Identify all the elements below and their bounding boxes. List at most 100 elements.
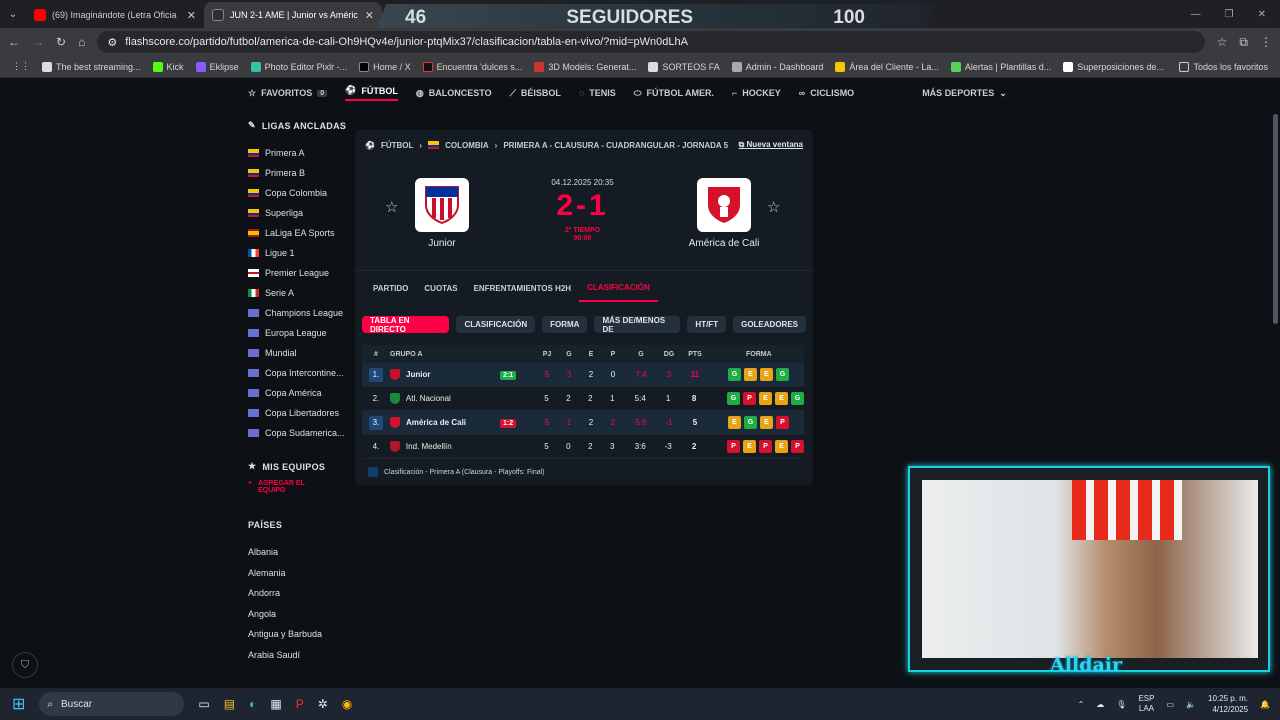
bookmark-item[interactable]: Eklipse — [190, 61, 245, 72]
close-icon[interactable]: ✕ — [365, 9, 374, 22]
url-field[interactable]: ⚙ flashscore.co/partido/futbol/america-d… — [97, 31, 1205, 53]
country-item[interactable]: Angola — [248, 604, 348, 625]
pinned-league-item[interactable]: Mundial — [248, 343, 348, 363]
bookmark-item[interactable]: The best streaming... — [36, 61, 147, 72]
form-badge[interactable]: G — [744, 416, 757, 429]
tab-h2h[interactable]: ENFRENTAMIENTOS H2H — [466, 276, 580, 302]
form-badge[interactable]: E — [760, 368, 773, 381]
bookmark-item[interactable]: SORTEOS FA — [642, 61, 725, 72]
volume-icon[interactable]: 🔈 — [1186, 700, 1196, 709]
bookmark-item[interactable]: Kick — [147, 61, 190, 72]
bookmark-item[interactable]: Admin - Dashboard — [726, 61, 830, 72]
form-badge[interactable]: P — [759, 440, 772, 453]
forward-icon[interactable]: → — [32, 35, 44, 49]
microphone-icon[interactable]: 🎙 — [1116, 700, 1126, 709]
all-bookmarks[interactable]: Todos los favoritos — [1173, 61, 1274, 72]
close-icon[interactable]: ✕ — [187, 9, 196, 22]
team-cell[interactable]: Ind. Medellín — [389, 441, 500, 452]
nav-tenis[interactable]: ◌ TENIS — [579, 88, 616, 98]
home-icon[interactable]: ⌂ — [78, 35, 85, 49]
minimize-icon[interactable]: — — [1191, 9, 1201, 20]
team-cell[interactable]: América de Cali — [390, 417, 500, 428]
form-badge[interactable]: E — [775, 392, 788, 405]
form-badge[interactable]: G — [776, 368, 789, 381]
restore-icon[interactable]: ❐ — [1225, 9, 1234, 20]
shield-icon[interactable]: ⛉ — [12, 652, 38, 678]
team-cell[interactable]: Junior — [390, 369, 500, 380]
pinned-league-item[interactable]: LaLiga EA Sports — [248, 223, 348, 243]
country-item[interactable]: Albania — [248, 542, 348, 563]
reload-icon[interactable]: ↻ — [56, 35, 66, 49]
form-badge[interactable]: G — [791, 392, 804, 405]
crumb-league[interactable]: PRIMERA A - CLAUSURA - CUADRANGULAR - JO… — [503, 141, 728, 150]
nav-favoritos[interactable]: ☆ FAVORITOS 0 — [248, 88, 328, 99]
bookmark-star-icon[interactable]: ☆ — [1217, 35, 1228, 49]
form-badge[interactable]: P — [791, 440, 804, 453]
filter-scorers[interactable]: GOLEADORES — [733, 316, 806, 333]
store-icon[interactable]: ▦ — [270, 697, 281, 711]
pinned-league-item[interactable]: Europa League — [248, 323, 348, 343]
away-team[interactable]: América de Cali — [684, 178, 764, 249]
form-badge[interactable]: G — [727, 392, 740, 405]
crumb-country[interactable]: COLOMBIA — [445, 141, 489, 150]
nav-hockey[interactable]: ⌐ HOCKEY — [732, 88, 781, 98]
table-row[interactable]: 1. Junior 2:1 5 3 2 0 7:4 3 11 GEEG — [362, 363, 804, 387]
task-view-icon[interactable]: ▭ — [198, 697, 209, 711]
form-badge[interactable]: P — [727, 440, 740, 453]
filter-htft[interactable]: HT/FT — [687, 316, 727, 333]
notifications-icon[interactable]: 🔔 — [1260, 700, 1270, 709]
nav-more-sports[interactable]: MÁS DEPORTES ⌄ — [922, 88, 1007, 99]
tab-clasificacion[interactable]: CLASIFICACIÓN — [579, 276, 658, 302]
filter-live-table[interactable]: TABLA EN DIRECTO — [362, 316, 450, 334]
form-badge[interactable]: E — [760, 416, 773, 429]
pinned-league-item[interactable]: Copa Sudamerica... — [248, 423, 348, 443]
pinned-league-item[interactable]: Ligue 1 — [248, 243, 348, 263]
home-team[interactable]: Junior — [402, 178, 482, 249]
pinned-league-item[interactable]: Champions League — [248, 303, 348, 323]
pinned-league-item[interactable]: Serie A — [248, 283, 348, 303]
form-badge[interactable]: E — [743, 440, 756, 453]
add-team-link[interactable]: + AGREGAR EL EQUIPO — [248, 480, 318, 494]
file-explorer-icon[interactable]: ▤ — [224, 697, 235, 711]
edge-icon[interactable]: ◐ — [249, 697, 256, 711]
cloud-icon[interactable]: ☁ — [1096, 700, 1104, 709]
pinned-league-item[interactable]: Copa Libertadores — [248, 403, 348, 423]
country-item[interactable]: Alemania — [248, 563, 348, 584]
menu-icon[interactable]: ⋮ — [1260, 35, 1272, 49]
pinned-league-item[interactable]: Copa Colombia — [248, 183, 348, 203]
tab-cuotas[interactable]: CUOTAS — [416, 276, 465, 302]
pinned-league-item[interactable]: Primera A — [248, 143, 348, 163]
page-scrollbar[interactable] — [1270, 108, 1280, 688]
form-badge[interactable]: E — [728, 416, 741, 429]
form-badge[interactable]: E — [759, 392, 772, 405]
bookmark-item[interactable]: Superposiciones de... — [1057, 61, 1170, 72]
form-badge[interactable]: P — [776, 416, 789, 429]
favorite-home-star-icon[interactable]: ☆ — [385, 198, 398, 216]
apps-icon[interactable]: ⋮⋮ — [6, 61, 36, 72]
window-close-icon[interactable]: ✕ — [1258, 9, 1266, 20]
pinned-league-item[interactable]: Copa Intercontine... — [248, 363, 348, 383]
form-badge[interactable]: E — [744, 368, 757, 381]
chevron-up-icon[interactable]: ⌃ — [1078, 700, 1085, 709]
app-p-icon[interactable]: P — [296, 697, 304, 711]
form-badge[interactable]: G — [728, 368, 741, 381]
browser-tab-music[interactable]: (69) Imaginándote (Letra Oficia ✕ — [26, 2, 204, 28]
nav-baloncesto[interactable]: ◍ BALONCESTO — [416, 88, 492, 99]
pinned-league-item[interactable]: Primera B — [248, 163, 348, 183]
favorite-away-star-icon[interactable]: ☆ — [767, 198, 780, 216]
bookmark-item[interactable]: Área del Cliente - La... — [829, 61, 945, 72]
country-item[interactable]: Arabia Saudí — [248, 645, 348, 666]
pinned-league-item[interactable]: Superliga — [248, 203, 348, 223]
filter-form[interactable]: FORMA — [542, 316, 588, 333]
chrome-icon[interactable]: ◉ — [342, 697, 352, 711]
filter-standings[interactable]: CLASIFICACIÓN — [456, 316, 536, 333]
back-icon[interactable]: ← — [8, 35, 20, 49]
tab-partido[interactable]: PARTIDO — [365, 276, 416, 302]
filter-over-under[interactable]: MÁS DE/MENOS DE — [594, 316, 681, 334]
table-row[interactable]: 3. América de Cali 1:2 5 1 2 2 5:6 -1 5 … — [362, 411, 804, 435]
bookmark-item[interactable]: 3D Models: Generat... — [528, 61, 642, 72]
windows-start-icon[interactable]: ⊞ — [12, 694, 25, 714]
form-badge[interactable]: E — [775, 440, 788, 453]
table-row[interactable]: 2. Atl. Nacional 5 2 2 1 5:4 1 8 GPEEG — [362, 387, 804, 411]
pinned-league-item[interactable]: Copa América — [248, 383, 348, 403]
